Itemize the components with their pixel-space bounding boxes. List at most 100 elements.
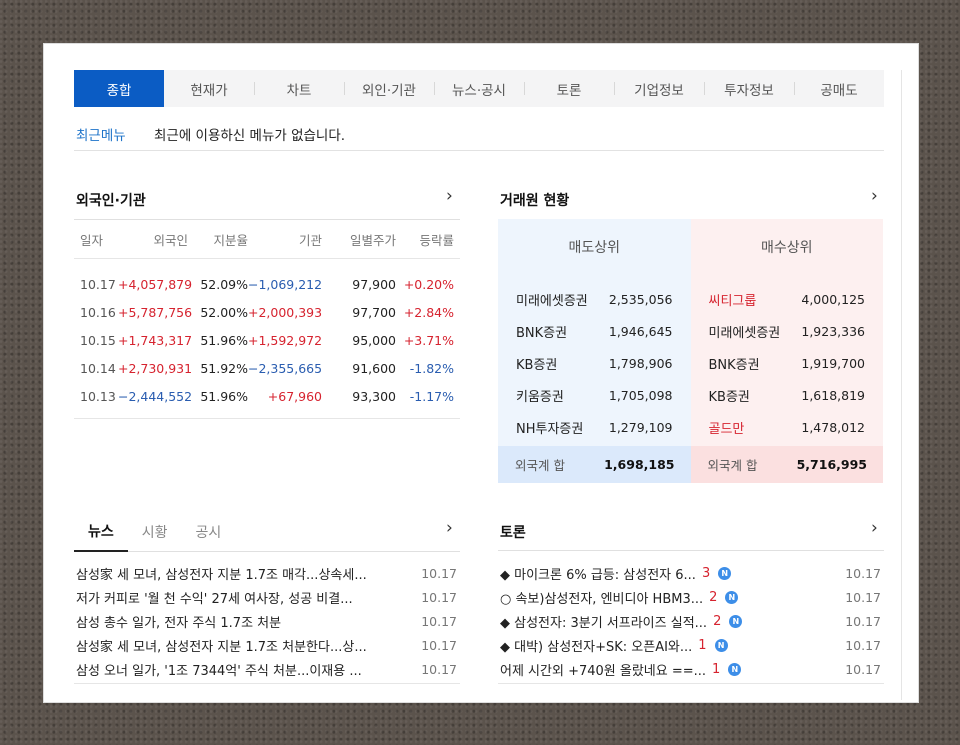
cell-date: 10.17 [80, 276, 116, 292]
post-title[interactable]: ◆ 삼성전자: 3분기 서프라이즈 실적... [498, 612, 707, 631]
comment-count: 1 [712, 661, 721, 677]
cell-date: 10.15 [80, 332, 116, 348]
list-item: 씨티그룹 4,000,125 [691, 283, 884, 315]
cell-ownership: 52.00% [200, 304, 248, 320]
news-item[interactable]: 저가 커피로 '월 천 수익' 27세 여사장, 성공 비결... 10.17 [74, 585, 460, 609]
discussion-item[interactable]: ◆ 마이크론 6% 급등: 삼성전자 6... 3 N 10.17 [498, 561, 884, 585]
tab-discussion[interactable]: 토론 [524, 70, 614, 107]
new-badge-icon: N [725, 590, 739, 604]
list-item: 미래에셋증권 2,535,056 [498, 283, 691, 315]
cell-price: 97,900 [352, 276, 396, 292]
news-item[interactable]: 삼성 총수 일가, 전자 주식 1.7조 처분 10.17 [74, 609, 460, 633]
cell-change: -1.82% [409, 360, 454, 376]
stock-summary-panel: 종합 현재가 차트 외인·기관 뉴스·공시 토론 기업정보 투자정보 공매도 최… [43, 43, 919, 703]
news-item[interactable]: 삼성家 세 모녀, 삼성전자 지분 1.7조 매각...상속세... 10.17 [74, 561, 460, 585]
foreign-institution-table: 일자 외국인 지분율 기관 일별주가 등락률 10.17 +4,057,879 … [74, 219, 460, 419]
post-date: 10.17 [845, 589, 881, 605]
recent-menu-label[interactable]: 최근메뉴 [76, 124, 154, 144]
tab-news-disclosure[interactable]: 뉴스·공시 [434, 70, 524, 107]
list-item: 골드만 1,478,012 [691, 411, 884, 443]
discussion-item[interactable]: ○ 속보)삼성전자, 엔비디아 HBM3... 2 N 10.17 [498, 585, 884, 609]
news-item[interactable]: 삼성家 세 모녀, 삼성전자 지분 1.7조 처분한다...상... 10.17 [74, 633, 460, 657]
broker-volume: 2,535,056 [608, 291, 673, 307]
discussion-item[interactable]: ◆ 삼성전자: 3분기 서프라이즈 실적... 2 N 10.17 [498, 609, 884, 633]
broker-name: BNK증권 [708, 357, 760, 373]
news-more-chevron-icon[interactable]: › [446, 518, 453, 538]
discussion-list: ◆ 마이크론 6% 급등: 삼성전자 6... 3 N 10.17 ○ 속보)삼성전자… [498, 561, 884, 684]
broker-name: KB증권 [516, 357, 558, 373]
new-badge-icon: N [728, 662, 742, 676]
news-title[interactable]: 삼성 총수 일가, 전자 주식 1.7조 처분 [74, 612, 396, 631]
post-date: 10.17 [845, 661, 881, 677]
discussion-item[interactable]: 어제 시간외 +740원 올랐네요 ==... 1 N 10.17 [498, 657, 884, 681]
post-title[interactable]: ○ 속보)삼성전자, 엔비디아 HBM3... [498, 588, 703, 607]
broker-volume: 1,705,098 [608, 387, 673, 403]
cell-ownership: 52.09% [200, 276, 248, 292]
tab-news[interactable]: 뉴스 [74, 512, 128, 552]
news-title[interactable]: 삼성家 세 모녀, 삼성전자 지분 1.7조 처분한다...상... [74, 636, 396, 655]
tab-summary[interactable]: 종합 [74, 70, 164, 107]
cell-institution: −1,069,212 [248, 276, 323, 292]
header-date: 일자 [80, 232, 104, 248]
foreign-section-title[interactable]: 외국인·기관 [76, 190, 146, 210]
broker-name: 키움증권 [516, 389, 564, 405]
buy-top-header: 매수상위 [760, 239, 813, 256]
broker-section-title[interactable]: 거래원 현황 [500, 190, 569, 210]
sell-top-column: 매도상위 미래에셋증권 2,535,056 BNK증권 1,946,645 KB증권… [498, 219, 691, 483]
broker-volume: 1,919,700 [801, 355, 865, 371]
post-date: 10.17 [845, 565, 881, 581]
list-item: KB증권 1,618,819 [691, 379, 884, 411]
cell-foreign: +5,787,756 [118, 304, 193, 320]
tab-foreign-institution[interactable]: 외인·기관 [344, 70, 434, 107]
broker-name: NH투자증권 [516, 421, 584, 437]
sum-value: 1,698,185 [604, 457, 675, 472]
header-institution: 기관 [298, 232, 322, 248]
panel-right-edge [901, 70, 902, 700]
cell-price: 91,600 [352, 360, 396, 376]
news-date: 10.17 [421, 661, 457, 677]
discussion-item[interactable]: ◆ 대박) 삼성전자+SK: 오픈AI와... 1 N 10.17 [498, 633, 884, 657]
cell-institution: +1,592,972 [248, 332, 323, 348]
tab-chart[interactable]: 차트 [254, 70, 344, 107]
recent-menu-bar: 최근메뉴 최근에 이용하신 메뉴가 없습니다. [74, 118, 884, 151]
tab-company-info[interactable]: 기업정보 [614, 70, 704, 107]
cell-price: 97,700 [352, 304, 396, 320]
table-row: 10.16 +5,787,756 52.00% +2,000,393 97,70… [74, 298, 460, 326]
list-item: NH투자증권 1,279,109 [498, 411, 691, 443]
tab-investment-info[interactable]: 투자정보 [704, 70, 794, 107]
comment-count: 2 [713, 613, 722, 629]
comment-count: 2 [709, 589, 718, 605]
cell-institution: +2,000,393 [248, 304, 323, 320]
broker-name: KB증권 [708, 389, 750, 405]
tab-disclosure[interactable]: 공시 [182, 513, 236, 551]
discussion-more-chevron-icon[interactable]: › [871, 518, 878, 538]
news-title[interactable]: 삼성 오너 일가, '1조 7344억' 주식 처분...이재용 ... [74, 660, 396, 679]
discussion-section-title[interactable]: 토론 [500, 522, 526, 542]
sell-top-header: 매도상위 [568, 239, 621, 256]
sum-value: 5,716,995 [796, 457, 867, 472]
broker-more-chevron-icon[interactable]: › [871, 186, 878, 206]
stock-tabs: 종합 현재가 차트 외인·기관 뉴스·공시 토론 기업정보 투자정보 공매도 [74, 70, 884, 107]
cell-date: 10.13 [80, 388, 116, 404]
broker-volume: 1,478,012 [801, 419, 865, 435]
list-item: 키움증권 1,705,098 [498, 379, 691, 411]
header-daily-price: 일별주가 [349, 232, 396, 248]
news-title[interactable]: 삼성家 세 모녀, 삼성전자 지분 1.7조 매각...상속세... [74, 564, 396, 583]
broker-volume: 1,798,906 [608, 355, 673, 371]
post-title[interactable]: ◆ 대박) 삼성전자+SK: 오픈AI와... [498, 636, 692, 655]
buy-foreign-sum: 외국계 합 5,716,995 [690, 446, 883, 483]
news-tabs: 뉴스 시황 공시 [74, 512, 460, 552]
broker-name: 골드만 [708, 421, 745, 437]
foreign-more-chevron-icon[interactable]: › [446, 186, 453, 206]
tab-market[interactable]: 시황 [128, 513, 182, 551]
cell-change: +2.84% [403, 304, 454, 320]
tab-short-selling[interactable]: 공매도 [794, 70, 884, 107]
news-item[interactable]: 삼성 오너 일가, '1조 7344억' 주식 처분...이재용 ... 10.1… [74, 657, 460, 681]
broker-volume: 1,923,336 [801, 323, 865, 339]
tab-current-price[interactable]: 현재가 [164, 70, 254, 107]
post-title[interactable]: 어제 시간외 +740원 올랐네요 ==... [498, 660, 706, 679]
comment-count: 1 [698, 637, 707, 653]
news-title[interactable]: 저가 커피로 '월 천 수익' 27세 여사장, 성공 비결... [74, 588, 396, 607]
cell-date: 10.16 [80, 304, 116, 320]
post-title[interactable]: ◆ 마이크론 6% 급등: 삼성전자 6... [498, 564, 696, 583]
